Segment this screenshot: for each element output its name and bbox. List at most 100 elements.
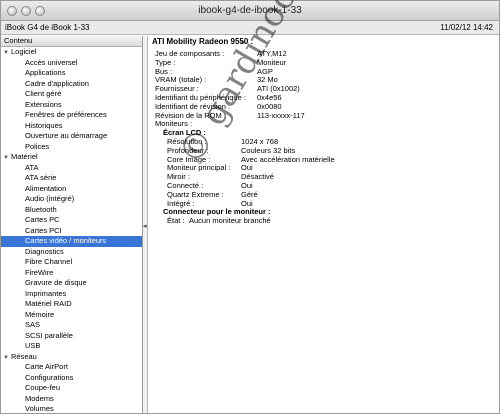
property-key: Écran LCD :	[163, 128, 206, 138]
sidebar-item[interactable]: Configurations	[1, 373, 142, 384]
sidebar-item[interactable]: Ouverture au démarrage	[1, 131, 142, 142]
property-row: Identifiant du périphérique : 0x4e56	[149, 93, 499, 102]
property-row: Jeu de composants : ATY,M12	[149, 49, 499, 58]
property-row: Résolution : 1024 x 768	[149, 137, 499, 146]
property-row: Moniteurs :	[149, 119, 499, 128]
contents-tree: ▼ Logiciel Accès universel Applications Cadr…	[1, 47, 142, 413]
sidebar-item[interactable]: Cartes PCI	[1, 226, 142, 237]
property-value: Oui	[241, 181, 253, 190]
sidebar-item[interactable]: Accès universel	[1, 58, 142, 69]
property-key: Quartz Extreme :	[167, 189, 224, 199]
divider-grip-icon[interactable]: ◂	[143, 222, 147, 230]
property-row: Fournisseur : ATI (0x1002)	[149, 84, 499, 93]
property-key: Core Image :	[167, 154, 211, 164]
sidebar-group[interactable]: ▼ Logiciel	[1, 47, 142, 58]
detail-pane: ATI Mobility Radeon 9550 : Jeu de compos…	[149, 36, 499, 413]
split-view-divider[interactable]: ◂	[143, 36, 148, 413]
sidebar-item[interactable]: FireWire	[1, 268, 142, 279]
sidebar-group-label: Logiciel	[11, 47, 37, 56]
property-value: Géré	[241, 189, 258, 199]
sidebar-item[interactable]: Modems	[1, 394, 142, 405]
sidebar-group-label: Réseau	[11, 351, 37, 361]
property-value: 113-xxxxx-117	[257, 110, 305, 120]
property-key: Moniteurs :	[155, 119, 193, 129]
property-value: Moniteur	[257, 57, 287, 67]
property-value: 0x0080	[257, 101, 282, 111]
disclosure-triangle-icon[interactable]: ▼	[3, 48, 11, 59]
property-row: Identifiant de révision : 0x0080	[149, 102, 499, 111]
property-value: Aucun moniteur branché	[189, 216, 271, 226]
property-key: Type :	[155, 57, 176, 67]
sidebar-item[interactable]: Fenêtres de préférences	[1, 110, 142, 121]
info-bar: iBook G4 de iBook 1-33 11/02/12 14:42	[1, 21, 499, 35]
property-key: Moniteur principal :	[167, 163, 231, 173]
sidebar-item[interactable]: Carte AirPort	[1, 362, 142, 373]
sidebar-item[interactable]: Imprimantes	[1, 289, 142, 300]
property-key: Identifiant du périphérique :	[155, 93, 246, 102]
property-key: État :	[167, 216, 185, 226]
sidebar-item[interactable]: Applications	[1, 68, 142, 79]
sidebar-item[interactable]: Fibre Channel	[1, 257, 142, 268]
sidebar-group-label: Matériel	[11, 152, 38, 161]
property-key: Connecté :	[167, 181, 204, 190]
property-value: Couleurs 32 bits	[241, 145, 296, 155]
sidebar-item[interactable]: SCSI parallèle	[1, 331, 142, 342]
window-title: ibook-g4-de-ibook-1-33	[198, 5, 302, 16]
property-key: Miroir :	[167, 172, 190, 182]
property-value: Oui	[241, 198, 253, 208]
property-row: Type : Moniteur	[149, 58, 499, 67]
property-row: Profondeur : Couleurs 32 bits	[149, 146, 499, 155]
sidebar-item[interactable]: Extensions	[1, 100, 142, 111]
sidebar-item[interactable]: Bluetooth	[1, 205, 142, 216]
property-key: Fournisseur :	[155, 84, 199, 94]
machine-name: iBook G4 de iBook 1-33	[5, 23, 90, 32]
property-value: AGP	[257, 66, 273, 76]
sidebar-item[interactable]: Cadre d'application	[1, 79, 142, 90]
property-key: Jeu de composants :	[155, 49, 225, 58]
property-value: 0x4e56	[257, 93, 282, 102]
property-value: ATI (0x1002)	[257, 84, 300, 94]
property-key: VRAM (totale) :	[155, 75, 207, 85]
property-key: Résolution :	[167, 137, 207, 146]
sidebar-item[interactable]: Gravure de disque	[1, 278, 142, 289]
property-row: Révision de la ROM : 113-xxxxx-117	[149, 111, 499, 120]
sidebar-item[interactable]: USB	[1, 341, 142, 352]
sidebar-header[interactable]: Contenu	[1, 36, 142, 47]
sidebar-item[interactable]: Diagnostics	[1, 247, 142, 258]
sidebar-item[interactable]: Historiques	[1, 121, 142, 132]
sidebar-item[interactable]: ATA série	[1, 173, 142, 184]
sidebar-item[interactable]: SAS	[1, 320, 142, 331]
disclosure-triangle-icon[interactable]: ▼	[3, 353, 11, 364]
property-key: Intégré :	[167, 198, 195, 208]
property-key: Profondeur :	[167, 145, 209, 155]
property-value: ATY,M12	[257, 49, 287, 58]
contents-sidebar[interactable]: Contenu ▼ Logiciel Accès universel Applicat…	[1, 36, 143, 413]
property-row: Intégré : Oui	[149, 199, 499, 208]
sidebar-item[interactable]: Mémoire	[1, 310, 142, 321]
sidebar-item[interactable]: Client géré	[1, 89, 142, 100]
property-row: Connecté : Oui	[149, 181, 499, 190]
sidebar-item[interactable]: Audio (intégré)	[1, 194, 142, 205]
sidebar-group[interactable]: ▼ Réseau	[1, 352, 142, 363]
sidebar-item[interactable]: Volumes	[1, 404, 142, 413]
device-title: ATI Mobility Radeon 9550 :	[152, 37, 254, 46]
sidebar-item[interactable]: Cartes PC	[1, 215, 142, 226]
sidebar-item[interactable]: Cartes vidéo / moniteurs	[1, 236, 142, 247]
sidebar-item[interactable]: Matériel RAID	[1, 299, 142, 310]
sidebar-item[interactable]: Coupe-feu	[1, 383, 142, 394]
property-row: Écran LCD :	[149, 128, 499, 137]
property-row: Core Image : Avec accélération matérielle	[149, 155, 499, 164]
sidebar-item[interactable]: Alimentation	[1, 184, 142, 195]
property-row: Moniteur principal : Oui	[149, 163, 499, 172]
property-row: Miroir : Désactivé	[149, 172, 499, 181]
property-row: VRAM (totale) : 32 Mo	[149, 75, 499, 84]
sidebar-group[interactable]: ▼ Matériel	[1, 152, 142, 163]
property-row: État : Aucun moniteur branché	[149, 216, 499, 225]
property-key: Identifiant de révision :	[155, 101, 231, 111]
sidebar-item[interactable]: Polices	[1, 142, 142, 153]
disclosure-triangle-icon[interactable]: ▼	[3, 153, 11, 164]
property-row: Quartz Extreme : Géré	[149, 190, 499, 199]
property-value: 1024 x 768	[241, 137, 279, 146]
sidebar-item[interactable]: ATA	[1, 163, 142, 174]
title-bar: ibook-g4-de-ibook-1-33	[1, 1, 499, 21]
